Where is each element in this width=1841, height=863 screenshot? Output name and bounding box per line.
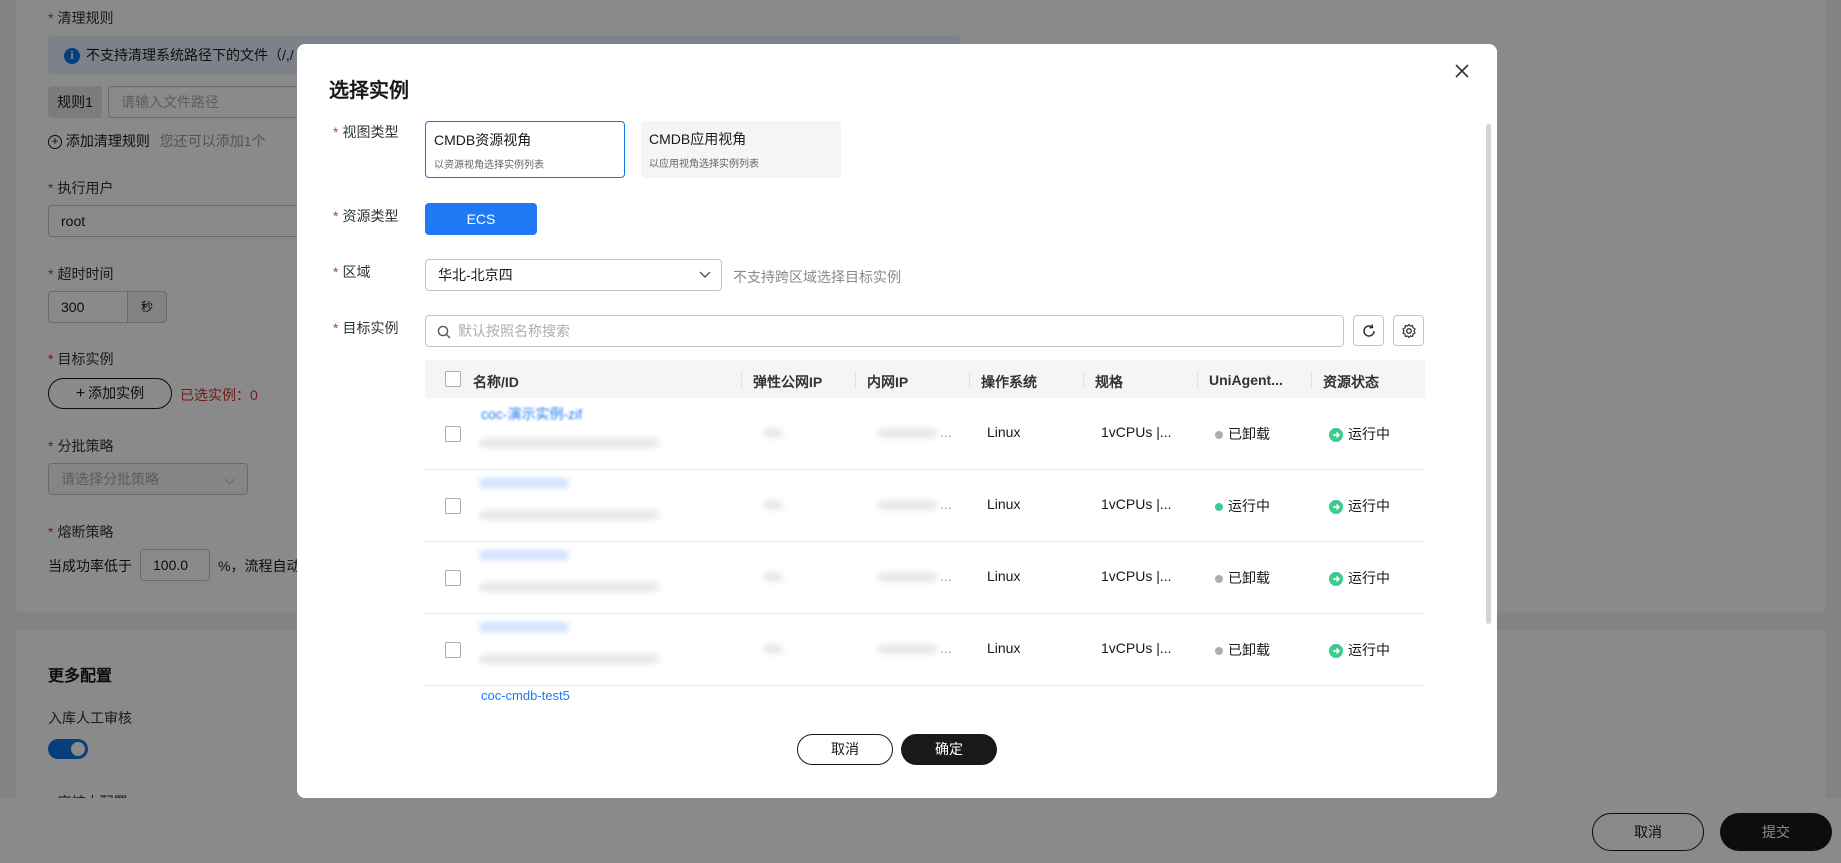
dialog-scrollbar[interactable] <box>1486 124 1491 624</box>
view-option-desc: 以资源视角选择实例列表 <box>434 160 544 171</box>
region-select[interactable]: 华北-北京四 <box>425 259 722 291</box>
refresh-button[interactable] <box>1353 315 1384 346</box>
os-cell: Linux <box>987 496 1021 512</box>
view-option-application[interactable]: CMDB应用视角 以应用视角选择实例列表 <box>641 121 841 178</box>
spec-cell: 1vCPUs |... <box>1101 424 1172 440</box>
resource-status: 运行中 <box>1329 496 1390 516</box>
col-eip[interactable]: 弹性公网IP <box>753 372 822 392</box>
redacted-name <box>479 622 569 632</box>
view-option-desc: 以应用视角选择实例列表 <box>649 159 759 170</box>
redacted-name <box>479 550 569 560</box>
instance-name-link[interactable]: coc-cmdb-test5 <box>481 688 570 703</box>
col-uniagent[interactable]: UniAgent... <box>1209 372 1283 388</box>
uniagent-status: 已卸载 <box>1215 568 1270 588</box>
uniagent-status: 运行中 <box>1215 496 1270 516</box>
os-cell: Linux <box>987 640 1021 656</box>
status-dot <box>1215 575 1223 584</box>
redacted-ip <box>877 428 937 438</box>
col-os[interactable]: 操作系统 <box>981 372 1037 392</box>
search-icon <box>437 325 451 339</box>
settings-button[interactable] <box>1393 315 1424 346</box>
table-row[interactable]: ... Linux 1vCPUs |... 已卸载 运行中 <box>425 542 1425 614</box>
running-icon <box>1329 572 1343 587</box>
view-option-title: CMDB资源视角 <box>434 132 532 148</box>
redacted-eip <box>763 500 783 510</box>
view-option-title: CMDB应用视角 <box>649 131 747 147</box>
redacted-id <box>479 438 659 448</box>
row-checkbox[interactable] <box>445 498 461 514</box>
resource-status: 运行中 <box>1329 568 1390 588</box>
dialog-title: 选择实例 <box>329 80 409 102</box>
dialog-confirm-button[interactable]: 确定 <box>901 734 997 765</box>
spec-cell: 1vCPUs |... <box>1101 568 1172 584</box>
status-dot <box>1215 647 1223 656</box>
close-icon[interactable] <box>1451 60 1473 82</box>
status-dot <box>1215 431 1223 440</box>
redacted-ip <box>877 644 937 654</box>
uniagent-status: 已卸载 <box>1215 424 1270 444</box>
uniagent-status: 已卸载 <box>1215 640 1270 660</box>
redacted-ip <box>877 572 937 582</box>
running-icon <box>1329 500 1343 515</box>
region-label: * 区域 <box>333 264 371 280</box>
col-spec[interactable]: 规格 <box>1095 372 1123 392</box>
table-row[interactable]: ... Linux 1vCPUs |... 运行中 运行中 <box>425 470 1425 542</box>
row-checkbox[interactable] <box>445 570 461 586</box>
table-row[interactable]: ... Linux 1vCPUs |... 已卸载 运行中 <box>425 614 1425 686</box>
spec-cell: 1vCPUs |... <box>1101 496 1172 512</box>
table-row[interactable]: coc-演示实例-zif ... Linux 1vCPUs |... 已卸载 运… <box>425 398 1425 470</box>
redacted-id <box>479 654 659 664</box>
redacted-ip <box>877 500 937 510</box>
spec-cell: 1vCPUs |... <box>1101 640 1172 656</box>
redacted-name <box>479 478 569 488</box>
row-checkbox[interactable] <box>445 642 461 658</box>
running-icon <box>1329 644 1343 659</box>
row-checkbox[interactable] <box>445 426 461 442</box>
select-all-checkbox[interactable] <box>445 371 461 387</box>
redacted-id <box>479 510 659 520</box>
dialog-cancel-button[interactable]: 取消 <box>797 734 893 765</box>
resource-status: 运行中 <box>1329 640 1390 660</box>
instance-name-link[interactable]: coc-演示实例-zif <box>481 404 582 424</box>
table-header: 名称/ID 弹性公网IP 内网IP 操作系统 规格 UniAgent... 资源… <box>425 360 1425 398</box>
table-row[interactable]: coc-cmdb-test5 <box>425 686 1425 706</box>
region-hint: 不支持跨区域选择目标实例 <box>733 269 901 285</box>
view-type-label: * 视图类型 <box>333 124 399 140</box>
col-name[interactable]: 名称/ID <box>473 372 519 392</box>
view-option-resource[interactable]: CMDB资源视角 以资源视角选择实例列表 <box>425 121 625 178</box>
redacted-eip <box>763 644 783 654</box>
resource-type-ecs-button[interactable]: ECS <box>425 203 537 235</box>
target-instance-label: * 目标实例 <box>333 320 399 336</box>
resource-status: 运行中 <box>1329 424 1390 444</box>
instance-search-input[interactable]: 默认按照名称搜索 <box>425 315 1344 347</box>
chevron-down-icon <box>699 271 711 278</box>
redacted-eip <box>763 572 783 582</box>
resource-type-label: * 资源类型 <box>333 208 399 224</box>
running-icon <box>1329 428 1343 443</box>
gear-icon <box>1402 323 1416 339</box>
refresh-icon <box>1363 324 1375 337</box>
status-dot <box>1215 503 1223 512</box>
instance-table: 名称/ID 弹性公网IP 内网IP 操作系统 规格 UniAgent... 资源… <box>425 360 1425 706</box>
col-resource-status[interactable]: 资源状态 <box>1323 372 1379 392</box>
os-cell: Linux <box>987 568 1021 584</box>
col-private-ip[interactable]: 内网IP <box>867 372 908 392</box>
redacted-eip <box>763 428 783 438</box>
select-instance-dialog: 选择实例 * 视图类型 CMDB资源视角 以资源视角选择实例列表 CMDB应用视角… <box>297 44 1497 798</box>
redacted-id <box>479 582 659 592</box>
os-cell: Linux <box>987 424 1021 440</box>
